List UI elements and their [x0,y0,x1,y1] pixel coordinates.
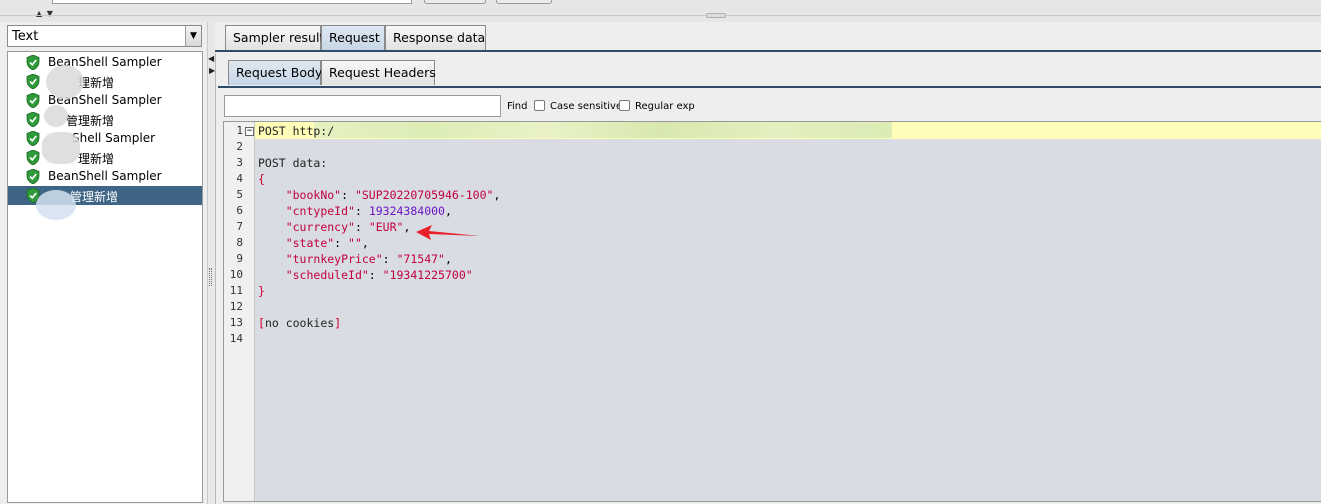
code-line: POST data: [258,156,328,170]
tree-item[interactable]: 理新增 [8,72,202,91]
top-button-2[interactable] [496,0,552,4]
success-shield-icon [26,131,40,146]
code-line: [no cookies] [258,316,341,330]
line-number: 1 [236,124,243,137]
pane-splitter[interactable]: ◀ ▶ [207,22,215,504]
code-line: "scheduleId": "19341225700" [285,268,473,282]
json-string: "71547" [396,252,445,266]
code-line: "state": "", [285,236,369,250]
cookies-text: no cookies [264,316,335,330]
tree-item-label: 理新增 [78,152,115,166]
splitter-grip[interactable] [209,268,212,286]
regular-exp-label: Regular exp [635,101,695,112]
tab-response-data[interactable]: Response data [385,25,486,50]
split-grip-handle[interactable] [706,13,726,18]
line-number: 14 [229,332,243,345]
tree-item-label: BeanShell Sampler [48,169,162,183]
tab-request[interactable]: Request [321,25,385,50]
line-number: 4 [236,172,243,185]
line-number: 3 [236,156,243,169]
result-detail-panel: Sampler result Request Response data Req… [215,22,1321,504]
collapse-arrows-icon[interactable]: ▲ ▼ [36,9,54,18]
line-number: 7 [236,220,243,233]
fold-toggle-icon[interactable]: − [245,127,254,136]
success-shield-icon [26,169,40,184]
line-number-gutter: − 1 2 3 4 5 6 7 8 9 10 11 12 13 14 [224,122,255,501]
code-line: } [258,284,265,298]
code-line: POST http:/ [258,124,335,138]
result-tree-panel: Text ▼ BeanShell Sampler 理新增 BeanShell S… [0,22,207,504]
tab-sampler-result[interactable]: Sampler result [225,25,324,50]
line-number: 9 [236,252,243,265]
sampler-result-tree: BeanShell Sampler 理新增 BeanShell Sampler … [7,51,203,503]
json-key: "cntypeId" [285,204,355,218]
tree-item[interactable]: 理新增 [8,148,202,167]
tab-underline [218,86,1321,88]
tree-item[interactable]: BeanShell Sampler [8,53,202,72]
line-number: 2 [236,140,243,153]
success-shield-icon [26,74,40,89]
json-string: "EUR" [368,220,404,234]
tree-item[interactable]: BeanShell Sampler [8,167,202,186]
bracket: [ [258,316,265,330]
redaction-blur [44,105,68,127]
top-text-field[interactable] [52,0,412,4]
success-shield-icon [26,150,40,165]
request-panel: Request Body Request Headers Find Case s… [215,53,1321,504]
line-number: 12 [229,300,243,313]
view-renderer-select[interactable]: Text ▼ [7,25,202,47]
line-number: 6 [236,204,243,217]
tree-item-label: 管理新增 [70,190,119,204]
redaction-blur [36,190,76,220]
redaction-blur [42,132,80,164]
view-renderer-value: Text [12,29,39,44]
find-label: Find [507,101,528,112]
bracket: ] [334,316,342,330]
tree-item[interactable]: BeanShell Sampler [8,91,202,110]
code-line: "cntypeId": 19324384000, [285,204,452,218]
code-line: "currency": "EUR", [285,220,411,234]
collapse-left-icon[interactable]: ◀ [208,54,214,63]
success-shield-icon [26,55,40,70]
tab-underline [215,50,1321,52]
tree-item[interactable]: Shell Sampler [8,129,202,148]
line-number: 13 [229,316,243,329]
json-string: "SUP20220705946-100" [354,188,494,202]
request-body-editor[interactable]: − 1 2 3 4 5 6 7 8 9 10 11 12 13 14 POST … [223,121,1321,502]
split-divider [0,15,1321,16]
code-line: { [258,172,265,186]
json-key: "turnkeyPrice" [285,252,383,266]
tree-item-label: Shell Sampler [72,131,156,145]
line-number: 10 [229,268,243,281]
top-toolbar-strip: ▲ ▼ [0,0,1321,22]
case-sensitive-label: Case sensitive [550,101,623,112]
line-number: 5 [236,188,243,201]
tree-item-label: 管理新增 [66,114,115,128]
tree-item[interactable]: 管理新增 [8,110,202,129]
tab-request-headers[interactable]: Request Headers [321,60,436,85]
top-button-1[interactable] [424,0,486,4]
success-shield-icon [26,112,40,127]
tab-request-body[interactable]: Request Body [228,60,322,85]
case-sensitive-checkbox[interactable] [534,100,545,111]
code-line: "turnkeyPrice": "71547", [285,252,452,266]
json-key: "state" [285,236,335,250]
redaction-blur [46,65,84,99]
line-number: 11 [229,284,243,297]
success-shield-icon [26,93,40,108]
redaction-blur [314,122,892,138]
json-key: "bookNo" [285,188,342,202]
annotation-arrow-icon [416,225,480,240]
line-number: 8 [236,236,243,249]
json-string: "" [348,236,362,250]
find-input[interactable] [224,95,501,117]
json-key: "currency" [285,220,355,234]
chevron-down-icon[interactable]: ▼ [185,26,201,46]
json-key: "scheduleId" [285,268,369,282]
json-number: 19324384000 [368,204,445,218]
json-string: "19341225700" [382,268,473,282]
find-bar: Find Case sensitive Regular exp [223,94,1321,120]
regular-exp-checkbox[interactable] [619,100,630,111]
code-line: "bookNo": "SUP20220705946-100", [285,188,501,202]
